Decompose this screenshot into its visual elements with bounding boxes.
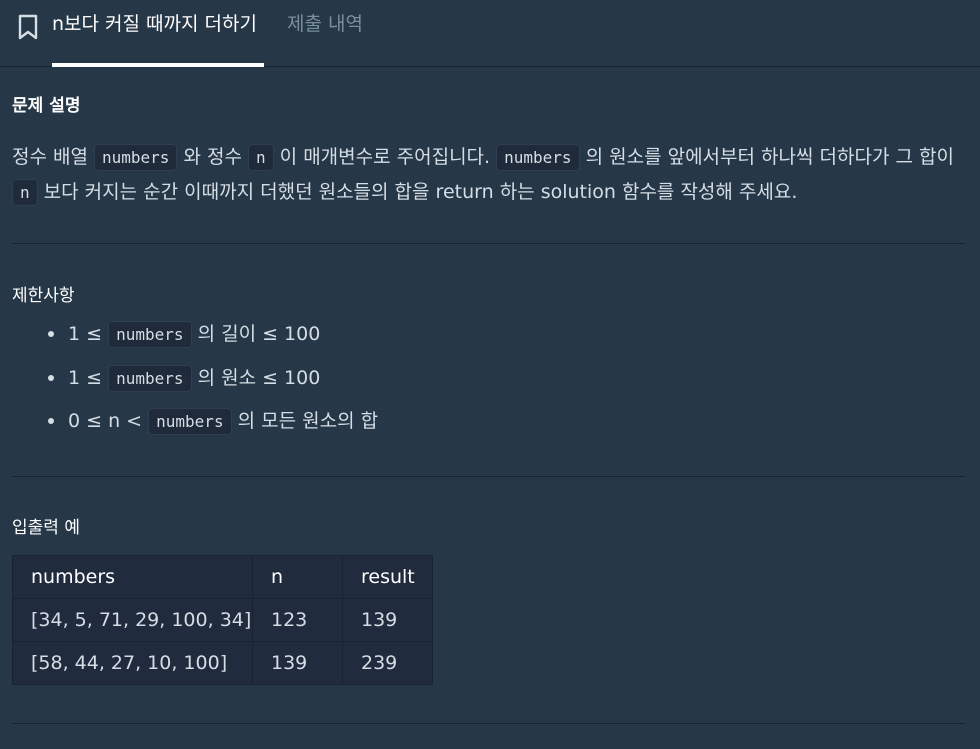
cell-n: 139: [252, 641, 343, 685]
constraints-title: 제한사항: [12, 286, 75, 306]
table-header-row: numbers n result: [12, 555, 433, 599]
bookmark-icon[interactable]: [17, 14, 39, 40]
header-n: n: [252, 555, 343, 599]
code-numbers: numbers: [94, 144, 178, 171]
problem-description: 정수 배열 numbers 와 정수 n 이 매개변수로 주어집니다. numb…: [12, 140, 965, 210]
divider: [12, 476, 965, 477]
desc-text-5: 보다 커지는 순간 이때까지 더했던 원소들의 합을 return 하는 sol…: [37, 181, 798, 203]
tab-problem[interactable]: n보다 커질 때까지 더하기: [52, 0, 264, 67]
description-title: 문제 설명: [12, 96, 81, 116]
cell-result: 139: [342, 598, 433, 642]
divider: [12, 723, 965, 724]
code-numbers: numbers: [148, 408, 232, 435]
cell-n: 123: [252, 598, 343, 642]
header-numbers: numbers: [12, 555, 253, 599]
desc-text-4: 의 원소를 앞에서부터 하나씩 더하다가 그 합이: [579, 146, 954, 168]
table-row: [34, 5, 71, 29, 100, 34] 123 139: [12, 598, 433, 642]
constraint-text: 1 ≤: [68, 323, 109, 345]
constraint-text: 1 ≤: [68, 366, 109, 389]
cell-result: 239: [342, 641, 433, 685]
desc-text-1: 정수 배열: [12, 146, 94, 168]
constraint-text: 의 원소 ≤ 100: [191, 366, 321, 389]
examples-table: numbers n result [34, 5, 71, 29, 100, 34…: [12, 555, 433, 685]
code-numbers: numbers: [496, 144, 580, 171]
constraints-list: 1 ≤ numbers 의 길이 ≤ 100 1 ≤ numbers 의 원소 …: [12, 319, 378, 450]
desc-text-2: 와 정수: [177, 146, 248, 168]
code-n: n: [12, 179, 38, 206]
cell-numbers: [58, 44, 27, 10, 100]: [12, 641, 253, 685]
constraint-text: 0 ≤ n <: [68, 410, 149, 432]
header-result: result: [342, 555, 433, 599]
cell-numbers: [34, 5, 71, 29, 100, 34]: [12, 598, 253, 642]
table-row: [58, 44, 27, 10, 100] 139 239: [12, 641, 433, 685]
divider: [12, 243, 965, 244]
tab-bar: n보다 커질 때까지 더하기 제출 내역: [0, 0, 980, 67]
code-numbers: numbers: [108, 364, 192, 392]
constraint-item: 1 ≤ numbers 의 원소 ≤ 100: [47, 363, 378, 407]
tab-submissions[interactable]: 제출 내역: [287, 9, 363, 36]
examples-title: 입출력 예: [12, 518, 80, 538]
constraint-item: 0 ≤ n < numbers 의 모든 원소의 합: [47, 406, 379, 450]
code-numbers: numbers: [108, 321, 192, 348]
code-n: n: [248, 144, 274, 171]
tab-problem-label: n보다 커질 때까지 더하기: [52, 13, 257, 35]
constraint-text: 의 모든 원소의 합: [231, 410, 379, 432]
desc-text-3: 이 매개변수로 주어집니다.: [273, 146, 497, 168]
constraint-text: 의 길이 ≤ 100: [191, 323, 321, 345]
constraint-item: 1 ≤ numbers 의 길이 ≤ 100: [47, 319, 378, 363]
